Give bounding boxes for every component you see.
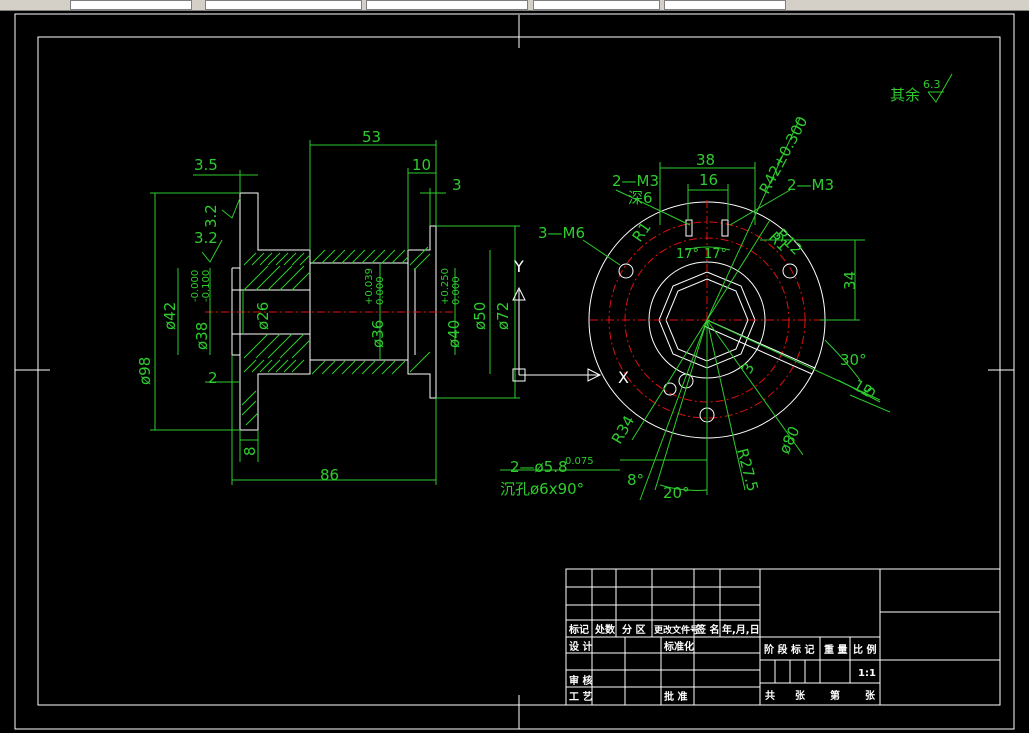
svg-text:3: 3 <box>452 176 462 194</box>
title-block: 标记 处数 分 区 更改文件号 签 名 年,月,日 设 计 标准化 阶 段 标 … <box>565 568 1001 706</box>
svg-text:34: 34 <box>841 271 859 290</box>
svg-text:16: 16 <box>699 171 718 189</box>
svg-text:2—M3: 2—M3 <box>787 176 834 194</box>
svg-text:2—M3: 2—M3 <box>612 172 659 190</box>
svg-text:-0.100: -0.100 <box>201 270 212 302</box>
svg-text:2: 2 <box>208 369 218 387</box>
svg-text:张: 张 <box>865 689 876 702</box>
svg-text:审 核: 审 核 <box>569 674 592 687</box>
svg-text:工 艺: 工 艺 <box>569 690 592 703</box>
svg-text:ø40: ø40 <box>445 320 463 348</box>
svg-text:8°: 8° <box>627 471 644 489</box>
svg-text:沉孔ø6x90°: 沉孔ø6x90° <box>500 480 584 498</box>
svg-text:6.3: 6.3 <box>923 78 941 91</box>
svg-text:ø98: ø98 <box>136 357 154 385</box>
svg-text:+0.250: +0.250 <box>440 268 451 305</box>
svg-text:2—ø5.8: 2—ø5.8 <box>510 458 568 476</box>
svg-text:ø36: ø36 <box>369 320 387 348</box>
svg-text:3: 3 <box>738 360 758 377</box>
svg-text:Y: Y <box>513 257 524 276</box>
svg-text:ø26: ø26 <box>254 302 272 330</box>
section-view: 53 10 3 3.5 86 2 3.2 3.2 ø98 ø42 ø38 -0.… <box>136 128 520 485</box>
svg-text:共: 共 <box>765 689 775 702</box>
svg-text:10: 10 <box>412 156 431 174</box>
svg-text:+0.039: +0.039 <box>364 268 375 305</box>
svg-text:处数: 处数 <box>594 623 616 636</box>
svg-text:R1: R1 <box>629 219 655 246</box>
svg-text:3.2: 3.2 <box>194 229 218 247</box>
svg-text:阶 段 标 记: 阶 段 标 记 <box>764 643 814 656</box>
svg-text:0.075: 0.075 <box>565 456 594 467</box>
svg-text:分 区: 分 区 <box>622 623 645 636</box>
svg-text:-0.000: -0.000 <box>190 270 201 302</box>
svg-text:R27.5: R27.5 <box>733 446 762 493</box>
svg-text:R34: R34 <box>608 412 638 447</box>
surface-finish-symbol: 其余 6.3 <box>890 73 953 104</box>
cad-drawing-canvas[interactable]: 其余 6.3 53 10 3 3.5 86 2 3.2 3.2 ø98 ø42 … <box>0 10 1029 733</box>
ucs-icon: Y X <box>512 257 629 387</box>
svg-text:标准化: 标准化 <box>663 640 694 653</box>
svg-text:深6: 深6 <box>628 189 653 207</box>
svg-text:20°: 20° <box>663 484 690 502</box>
svg-text:ø38: ø38 <box>193 322 211 350</box>
svg-text:86: 86 <box>320 466 339 484</box>
svg-text:3.2: 3.2 <box>202 204 220 228</box>
svg-text:ø72: ø72 <box>494 302 512 330</box>
front-view: 38 16 2—M3 深6 2—M3 R42±0.300 3—M6 R1 R1 … <box>500 113 891 502</box>
svg-text:更改文件号: 更改文件号 <box>654 624 699 636</box>
svg-text:17°: 17° <box>676 247 699 262</box>
linetype-dropdown[interactable] <box>366 0 528 10</box>
svg-text:3—M6: 3—M6 <box>538 224 585 242</box>
lineweight-dropdown[interactable] <box>533 0 660 10</box>
svg-text:3.5: 3.5 <box>194 156 218 174</box>
color-dropdown[interactable] <box>205 0 362 10</box>
svg-text:ø80: ø80 <box>775 423 803 456</box>
svg-text:年,月,日: 年,月,日 <box>722 623 760 636</box>
svg-text:第: 第 <box>830 689 840 702</box>
svg-text:重 量: 重 量 <box>824 643 847 656</box>
svg-text:其余: 其余 <box>890 86 920 104</box>
svg-text:比 例: 比 例 <box>853 643 876 656</box>
svg-text:38: 38 <box>696 151 715 169</box>
svg-text:ø42: ø42 <box>161 302 179 330</box>
svg-text:17°: 17° <box>704 247 727 262</box>
svg-text:53: 53 <box>362 128 381 146</box>
plotstyle-dropdown[interactable] <box>664 0 786 10</box>
svg-text:8: 8 <box>241 446 259 456</box>
svg-text:标记: 标记 <box>568 623 589 636</box>
layer-dropdown[interactable] <box>70 0 192 10</box>
svg-text:签 名: 签 名 <box>695 623 719 636</box>
svg-text:0.000: 0.000 <box>375 276 386 305</box>
svg-text:1:1: 1:1 <box>858 668 876 679</box>
svg-text:批 准: 批 准 <box>664 690 687 703</box>
svg-text:30°: 30° <box>840 351 867 369</box>
svg-text:0.000: 0.000 <box>451 276 462 305</box>
svg-text:设 计: 设 计 <box>569 640 592 653</box>
svg-text:张: 张 <box>795 689 806 702</box>
svg-text:ø50: ø50 <box>471 302 489 330</box>
